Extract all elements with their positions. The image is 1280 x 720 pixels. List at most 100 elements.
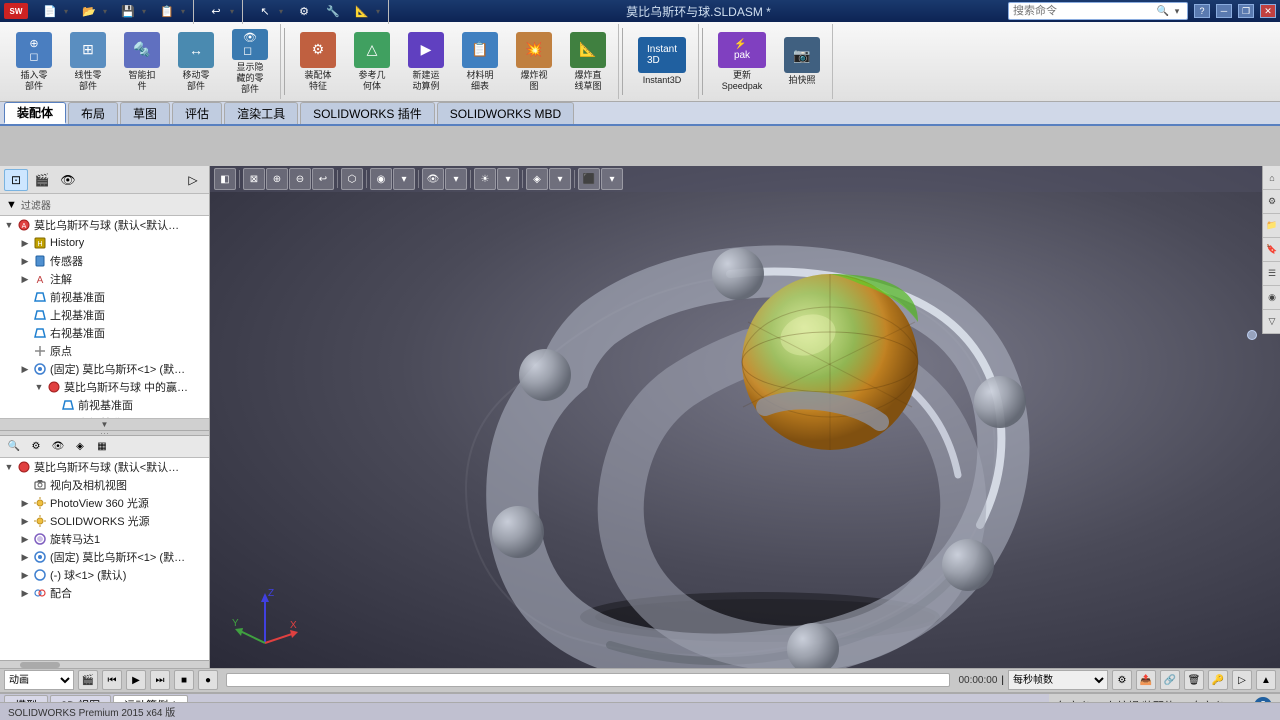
smart-fastener-btn[interactable]: 🔩 智能扣件 bbox=[116, 26, 168, 98]
fixed-ring-toggle[interactable]: ▶ bbox=[18, 362, 32, 376]
tree-origin[interactable]: 原点 bbox=[0, 342, 209, 360]
bottom-filter-btn4[interactable]: ◈ bbox=[70, 438, 90, 456]
bom-btn[interactable]: 📋 材料明细表 bbox=[454, 26, 506, 98]
tool-btn3[interactable]: 📐 ▾ bbox=[348, 0, 386, 24]
panel-expand-btn[interactable]: ▷ bbox=[181, 169, 205, 191]
h-scrollbar-thumb[interactable] bbox=[20, 662, 60, 668]
vt-display-btn[interactable]: ◉ bbox=[370, 168, 392, 190]
show-hide-btn[interactable]: 👁◻ 显示隐藏的零部件 bbox=[224, 26, 276, 98]
asm-feature-btn[interactable]: ⚙ 装配体特征 bbox=[292, 26, 344, 98]
anim-link-btn[interactable]: 🔗 bbox=[1160, 670, 1180, 690]
vt-section-btn[interactable]: ◧ bbox=[214, 168, 236, 190]
btree-mate-toggle[interactable]: ▶ bbox=[18, 586, 32, 600]
explode-view-btn[interactable]: 💥 爆炸视图 bbox=[508, 26, 560, 98]
tree-history[interactable]: ▶ H History bbox=[0, 234, 209, 252]
btree-pv360-toggle[interactable]: ▶ bbox=[18, 496, 32, 510]
anim-play-btn[interactable]: ▶ bbox=[126, 670, 146, 690]
vt-view-orient-btn[interactable]: ⬡ bbox=[341, 168, 363, 190]
btree-sw-light[interactable]: ▶ SOLIDWORKS 光源 bbox=[0, 512, 209, 530]
right-home-btn[interactable]: ⌂ bbox=[1263, 166, 1280, 190]
anim-key-btn[interactable]: 🎬 bbox=[78, 670, 98, 690]
tree-root[interactable]: ▼ A 莫比乌斯环与球 (默认<默认… bbox=[0, 216, 209, 234]
explode-line-btn[interactable]: 📐 爆炸直线草图 bbox=[562, 26, 614, 98]
right-settings-btn[interactable]: ⚙ bbox=[1263, 190, 1280, 214]
right-filter-btn[interactable]: ▽ bbox=[1263, 310, 1280, 334]
tab-layout[interactable]: 布局 bbox=[68, 102, 118, 124]
new-motion-btn[interactable]: ▶ 新建运动算例 bbox=[400, 26, 452, 98]
animation-type-select[interactable]: 动画 bbox=[4, 670, 74, 690]
tree-sub-asm[interactable]: ▼ 莫比乌斯环与球 中的赢… bbox=[0, 378, 209, 396]
undo-btn[interactable]: ↩ ▾ bbox=[202, 0, 240, 24]
vt-lights-arrow[interactable]: ▾ bbox=[497, 168, 519, 190]
nav-expand-btn[interactable] bbox=[1247, 330, 1257, 340]
tab-render[interactable]: 渲染工具 bbox=[224, 102, 298, 124]
btree-fixed-ring-toggle[interactable]: ▶ bbox=[18, 550, 32, 564]
bottom-tree[interactable]: ▼ 莫比乌斯环与球 (默认<默认… 视向及相机视图 ▶ Ph bbox=[0, 458, 209, 660]
sub-asm-toggle[interactable]: ▼ bbox=[32, 380, 46, 394]
save-arrow[interactable]: ▾ bbox=[140, 0, 148, 24]
anim-key2-btn[interactable]: 🔑 bbox=[1208, 670, 1228, 690]
right-list-btn[interactable]: ☰ bbox=[1263, 262, 1280, 286]
btree-mate[interactable]: ▶ 配合 bbox=[0, 584, 209, 602]
tree-front-plane[interactable]: 前视基准面 bbox=[0, 288, 209, 306]
help-btn[interactable]: ? bbox=[1194, 4, 1210, 18]
tree-fixed-ring[interactable]: ▶ (固定) 莫比乌斯环<1> (默… bbox=[0, 360, 209, 378]
panel-feature-btn[interactable]: ⊡ bbox=[4, 169, 28, 191]
anim-play2-btn[interactable]: ▷ bbox=[1232, 670, 1252, 690]
search-input[interactable] bbox=[1013, 3, 1155, 19]
new-btn[interactable]: 📄 ▾ bbox=[36, 0, 74, 24]
btree-motor[interactable]: ▶ 旋转马达1 bbox=[0, 530, 209, 548]
right-bookmark-btn[interactable]: 🔖 bbox=[1263, 238, 1280, 262]
vt-hide-arrow[interactable]: ▾ bbox=[445, 168, 467, 190]
vt-zoom-fit-btn[interactable]: ⊠ bbox=[243, 168, 265, 190]
insert-component-btn[interactable]: ⊕◻ 插入零部件 bbox=[8, 26, 60, 98]
search-icon[interactable]: 🔍 bbox=[1155, 3, 1171, 19]
anim-play-start-btn[interactable]: ⏮ bbox=[102, 670, 122, 690]
bottom-filter-btn5[interactable]: ▦ bbox=[92, 438, 112, 456]
root-toggle[interactable]: ▼ bbox=[2, 218, 16, 232]
btree-fixed-ring[interactable]: ▶ (固定) 莫比乌斯环<1> (默… bbox=[0, 548, 209, 566]
print-btn[interactable]: 📋 ▾ bbox=[153, 0, 191, 24]
vt-prev-view-btn[interactable]: ↩ bbox=[312, 168, 334, 190]
h-scrollbar[interactable] bbox=[0, 660, 209, 668]
tool-btn1[interactable]: ⚙ bbox=[290, 0, 318, 24]
btree-sphere[interactable]: ▶ (-) 球<1> (默认) bbox=[0, 566, 209, 584]
history-toggle[interactable]: ▶ bbox=[18, 236, 32, 250]
vt-appearance-arrow[interactable]: ▾ bbox=[549, 168, 571, 190]
vt-scene-btn[interactable]: ⬛ bbox=[578, 168, 600, 190]
bottom-filter-btn2[interactable]: ⚙ bbox=[26, 438, 46, 456]
vt-scene-arrow[interactable]: ▾ bbox=[601, 168, 623, 190]
vt-appearance-btn[interactable]: ◈ bbox=[526, 168, 548, 190]
tree-sensor[interactable]: ▶ 传感器 bbox=[0, 252, 209, 270]
btree-pv360[interactable]: ▶ PhotoView 360 光源 bbox=[0, 494, 209, 512]
tab-assembly[interactable]: 装配体 bbox=[4, 102, 66, 124]
anim-export-btn[interactable]: 📤 bbox=[1136, 670, 1156, 690]
right-color-btn[interactable]: ◉ bbox=[1263, 286, 1280, 310]
move-component-btn[interactable]: ↔ 移动零部件 bbox=[170, 26, 222, 98]
select-arrow[interactable]: ▾ bbox=[277, 0, 285, 24]
new-arrow[interactable]: ▾ bbox=[62, 0, 70, 24]
anim-progress-bar[interactable] bbox=[226, 673, 950, 687]
upper-tree[interactable]: ▼ A 莫比乌斯环与球 (默认<默认… ▶ H History ▶ bbox=[0, 216, 209, 418]
tree-note[interactable]: ▶ A 注解 bbox=[0, 270, 209, 288]
tool-btn2[interactable]: 🔧 bbox=[319, 0, 347, 24]
panel-config-btn[interactable]: 👁 bbox=[56, 169, 80, 191]
select-btn[interactable]: ↖ ▾ bbox=[251, 0, 289, 24]
anim-play-end-btn[interactable]: ⏭ bbox=[150, 670, 170, 690]
tab-evaluate[interactable]: 评估 bbox=[172, 102, 222, 124]
instant3d-btn[interactable]: Instant3D Instant3D bbox=[630, 26, 694, 98]
minimize-btn[interactable]: ─ bbox=[1216, 4, 1232, 18]
tool-arrow3[interactable]: ▾ bbox=[374, 0, 382, 24]
bottom-filter-btn3[interactable]: 👁 bbox=[48, 438, 68, 456]
close-btn[interactable]: ✕ bbox=[1260, 4, 1276, 18]
tab-plugins[interactable]: SOLIDWORKS 插件 bbox=[300, 102, 435, 124]
save-btn[interactable]: 💾 ▾ bbox=[114, 0, 152, 24]
note-toggle[interactable]: ▶ bbox=[18, 272, 32, 286]
sensor-toggle[interactable]: ▶ bbox=[18, 254, 32, 268]
btree-sphere-toggle[interactable]: ▶ bbox=[18, 568, 32, 582]
bottom-filter-btn1[interactable]: 🔍 bbox=[4, 438, 24, 456]
tree-right-plane[interactable]: 右视基准面 bbox=[0, 324, 209, 342]
btree-motor-toggle[interactable]: ▶ bbox=[18, 532, 32, 546]
snapshot-btn[interactable]: 📷 拍快照 bbox=[776, 26, 828, 98]
btree-root[interactable]: ▼ 莫比乌斯环与球 (默认<默认… bbox=[0, 458, 209, 476]
